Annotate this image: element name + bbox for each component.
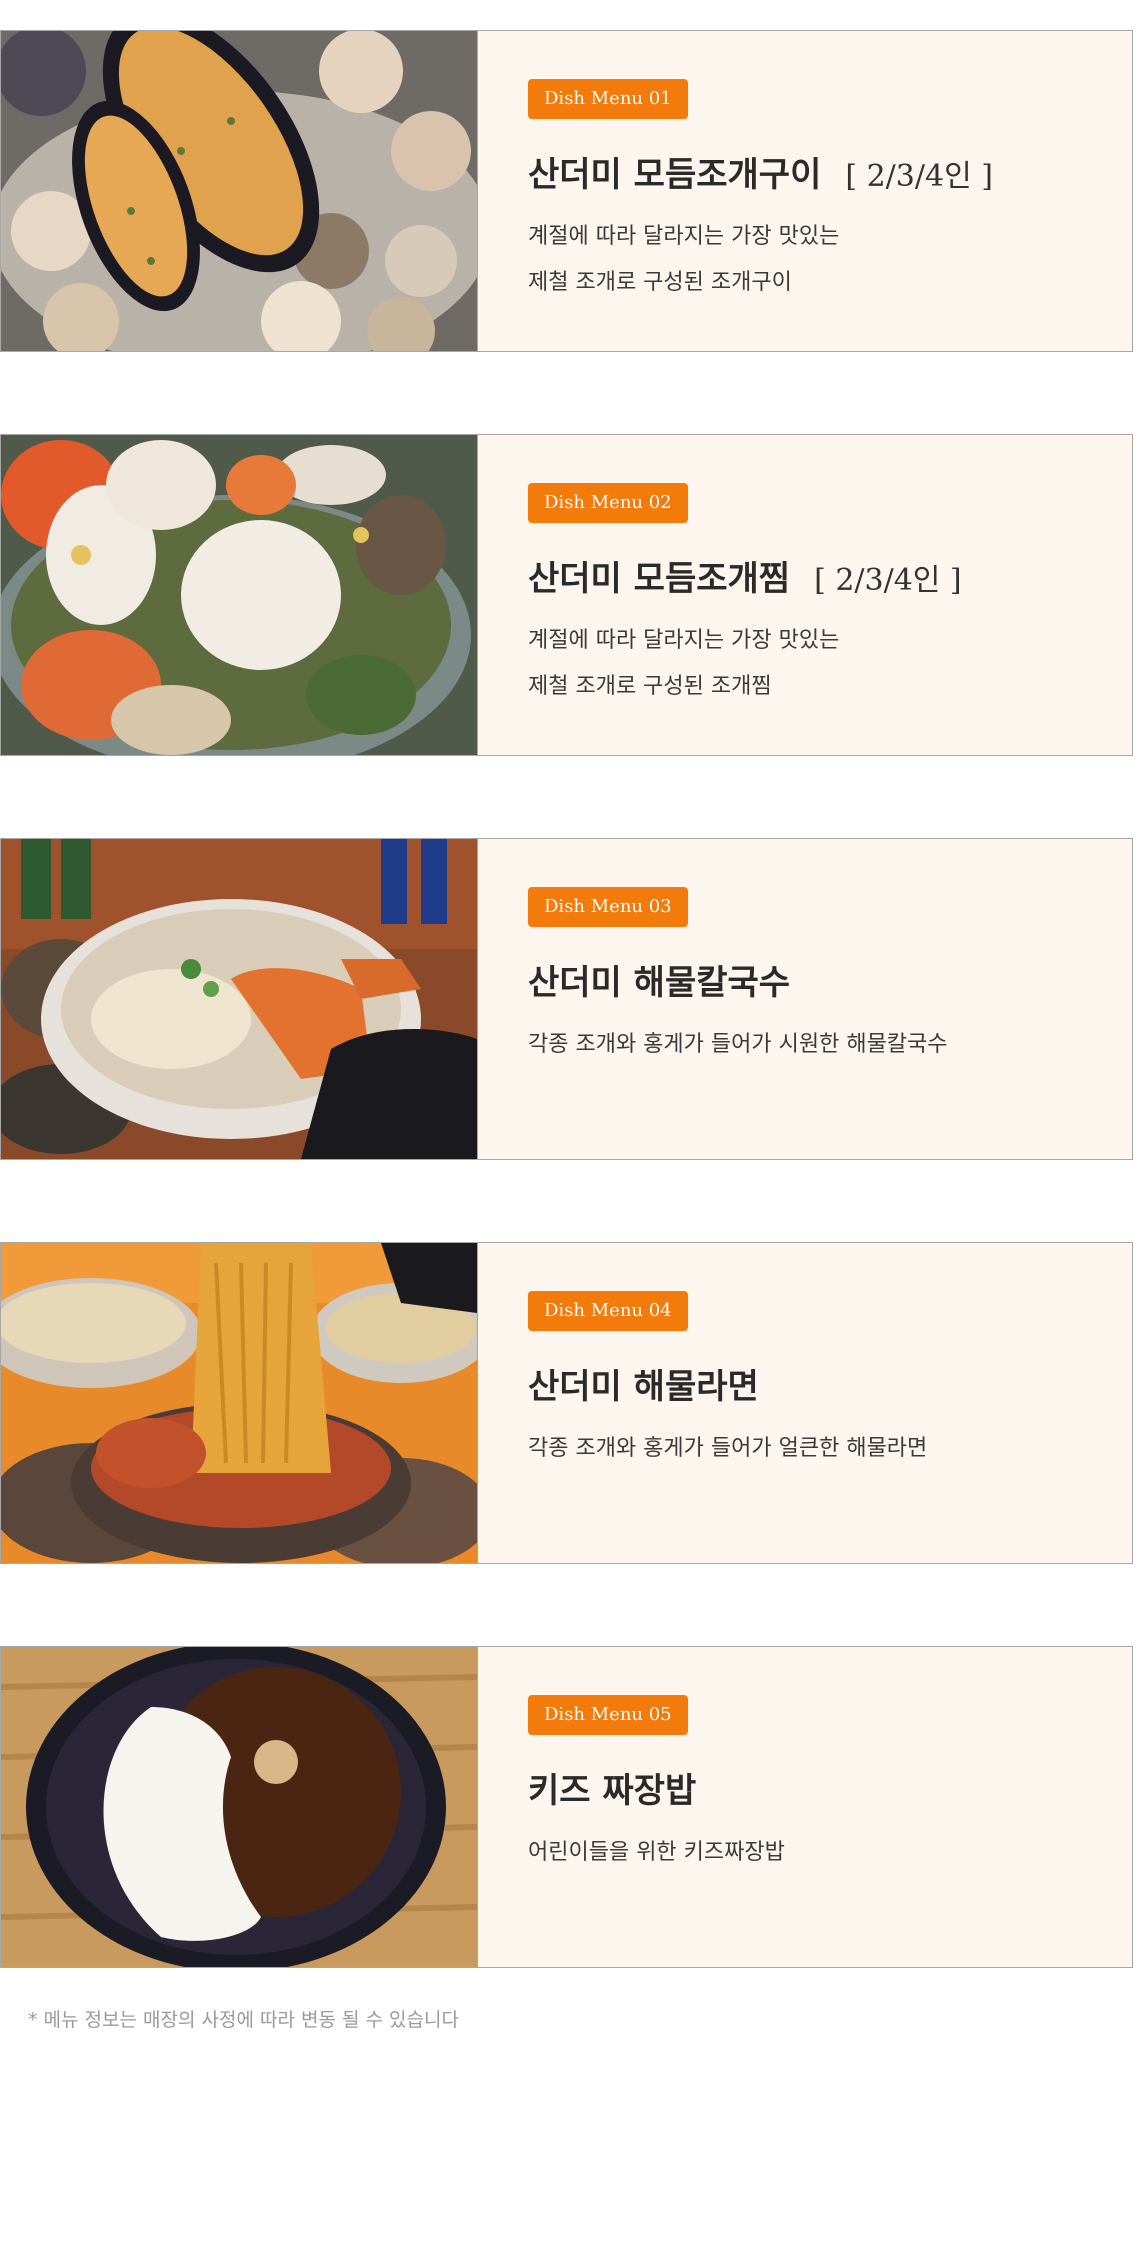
dish-description: 각종 조개와 홍게가 들어가 얼큰한 해물라면 — [528, 1426, 1112, 1472]
menu-notice: * 메뉴 정보는 매장의 사정에 따라 변동 될 수 있습니다 — [28, 2009, 459, 2031]
dish-title: 키즈 짜장밥 — [528, 1771, 697, 1811]
menu-card-04: Dish Menu 04 산더미 해물라면 각종 조개와 홍게가 들어가 얼큰한… — [0, 1242, 1133, 1564]
dish-title: 산더미 해물라면 — [528, 1367, 759, 1407]
dish-serving: [ 2/3/4인 ] — [814, 563, 962, 598]
dish-title: 산더미 해물칼국수 — [528, 963, 791, 1003]
dish-title: 산더미 모듬조개구이 — [528, 155, 822, 195]
dish-title-row: 산더미 모듬조개찜 [ 2/3/4인 ] — [528, 551, 1112, 600]
kids-jjajang-rice-image — [1, 1647, 477, 1967]
dish-serving: [ 2/3/4인 ] — [845, 159, 993, 194]
menu-card-05: Dish Menu 05 키즈 짜장밥 어린이들을 위한 키즈짜장밥 — [0, 1646, 1133, 1968]
dish-title-row: 키즈 짜장밥 — [528, 1763, 1112, 1812]
dish-description: 계절에 따라 달라지는 가장 맛있는 제철 조개로 구성된 조개찜 — [528, 618, 1112, 710]
dish-badge: Dish Menu 02 — [528, 483, 688, 523]
dish-description-line: 계절에 따라 달라지는 가장 맛있는 — [528, 224, 840, 249]
menu-card-02: Dish Menu 02 산더미 모듬조개찜 [ 2/3/4인 ] 계절에 따라… — [0, 434, 1133, 756]
dish-title-row: 산더미 해물칼국수 — [528, 955, 1112, 1004]
dish-title-row: 산더미 모듬조개구이 [ 2/3/4인 ] — [528, 147, 1112, 196]
dish-description: 어린이들을 위한 키즈짜장밥 — [528, 1830, 1112, 1876]
dish-badge: Dish Menu 03 — [528, 887, 688, 927]
steamed-shellfish-image — [1, 435, 477, 755]
card-body-03: Dish Menu 03 산더미 해물칼국수 각종 조개와 홍게가 들어가 시원… — [528, 887, 1112, 1068]
dish-description-line: 어린이들을 위한 키즈짜장밥 — [528, 1840, 785, 1865]
card-body-05: Dish Menu 05 키즈 짜장밥 어린이들을 위한 키즈짜장밥 — [528, 1695, 1112, 1876]
dish-description-line: 각종 조개와 홍게가 들어가 얼큰한 해물라면 — [528, 1436, 928, 1461]
card-body-02: Dish Menu 02 산더미 모듬조개찜 [ 2/3/4인 ] 계절에 따라… — [528, 483, 1112, 710]
menu-list: Dish Menu 01 산더미 모듬조개구이 [ 2/3/4인 ] 계절에 따… — [0, 30, 1133, 2050]
dish-title-row: 산더미 해물라면 — [528, 1359, 1112, 1408]
dish-photo-seafood-noodle — [1, 839, 478, 1159]
card-body-01: Dish Menu 01 산더미 모듬조개구이 [ 2/3/4인 ] 계절에 따… — [528, 79, 1112, 306]
menu-card-03: Dish Menu 03 산더미 해물칼국수 각종 조개와 홍게가 들어가 시원… — [0, 838, 1133, 1160]
dish-photo-kids-jjajang — [1, 1647, 478, 1967]
dish-photo-seafood-ramen — [1, 1243, 478, 1563]
menu-card-01: Dish Menu 01 산더미 모듬조개구이 [ 2/3/4인 ] 계절에 따… — [0, 30, 1133, 352]
dish-description-line: 계절에 따라 달라지는 가장 맛있는 — [528, 628, 840, 653]
dish-badge: Dish Menu 01 — [528, 79, 688, 119]
seafood-noodle-soup-image — [1, 839, 477, 1159]
dish-description: 각종 조개와 홍게가 들어가 시원한 해물칼국수 — [528, 1022, 1112, 1068]
dish-description-line: 제철 조개로 구성된 조개찜 — [528, 674, 772, 699]
dish-description-line: 제철 조개로 구성된 조개구이 — [528, 270, 792, 295]
card-body-04: Dish Menu 04 산더미 해물라면 각종 조개와 홍게가 들어가 얼큰한… — [528, 1291, 1112, 1472]
seafood-ramen-image — [1, 1243, 477, 1563]
dish-badge: Dish Menu 04 — [528, 1291, 688, 1331]
dish-title: 산더미 모듬조개찜 — [528, 559, 791, 599]
grilled-shellfish-image — [1, 31, 477, 351]
dish-description-line: 각종 조개와 홍게가 들어가 시원한 해물칼국수 — [528, 1032, 948, 1057]
dish-photo-grilled-shellfish — [1, 31, 478, 351]
dish-description: 계절에 따라 달라지는 가장 맛있는 제철 조개로 구성된 조개구이 — [528, 214, 1112, 306]
dish-photo-steamed-shellfish — [1, 435, 478, 755]
dish-badge: Dish Menu 05 — [528, 1695, 688, 1735]
